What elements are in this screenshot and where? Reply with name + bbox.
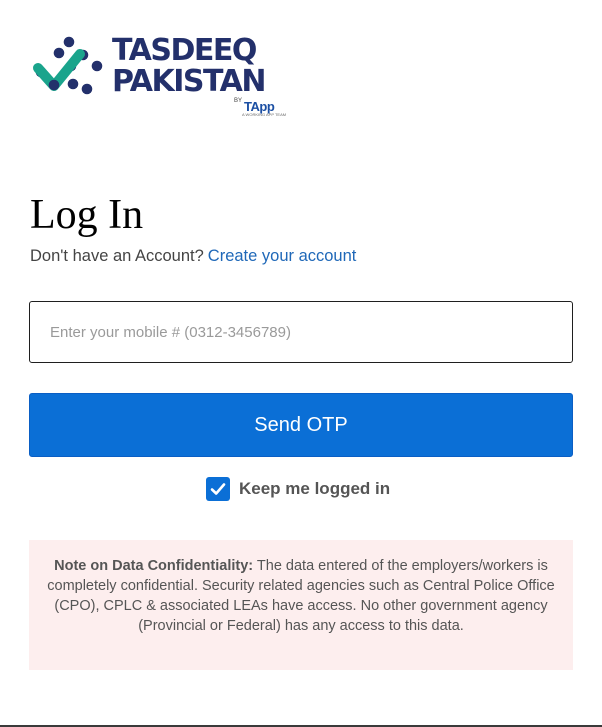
create-account-link[interactable]: Create your account	[208, 247, 357, 265]
tasdeeq-logo: TASDEEQ PAKISTAN BY TApp A WORKING APP TE…	[30, 33, 286, 118]
keep-logged-in-checkbox[interactable]	[206, 477, 230, 501]
check-dots-logo-icon	[33, 36, 103, 95]
signup-prompt: Don't have an Account? Create your accoun…	[30, 247, 356, 266]
send-otp-button[interactable]: Send OTP	[29, 393, 573, 457]
brand-name-line1: TASDEEQ	[112, 33, 257, 68]
brand-name-line2: PAKISTAN	[112, 64, 266, 99]
keep-logged-in-label: Keep me logged in	[239, 479, 391, 498]
mobile-number-input[interactable]	[29, 301, 573, 363]
page-title: Log In	[30, 192, 144, 238]
login-page: TASDEEQ PAKISTAN BY TApp A WORKING APP TE…	[0, 0, 602, 727]
keep-logged-in-row: Keep me logged in	[206, 477, 390, 501]
confidentiality-notice: Note on Data Confidentiality: The data e…	[29, 540, 573, 670]
notice-heading: Note on Data Confidentiality:	[54, 558, 254, 574]
tapp-tagline: A WORKING APP TEAM	[242, 112, 287, 117]
checkmark-icon	[210, 483, 226, 495]
by-text: BY	[234, 98, 243, 104]
no-account-text: Don't have an Account?	[30, 247, 204, 265]
